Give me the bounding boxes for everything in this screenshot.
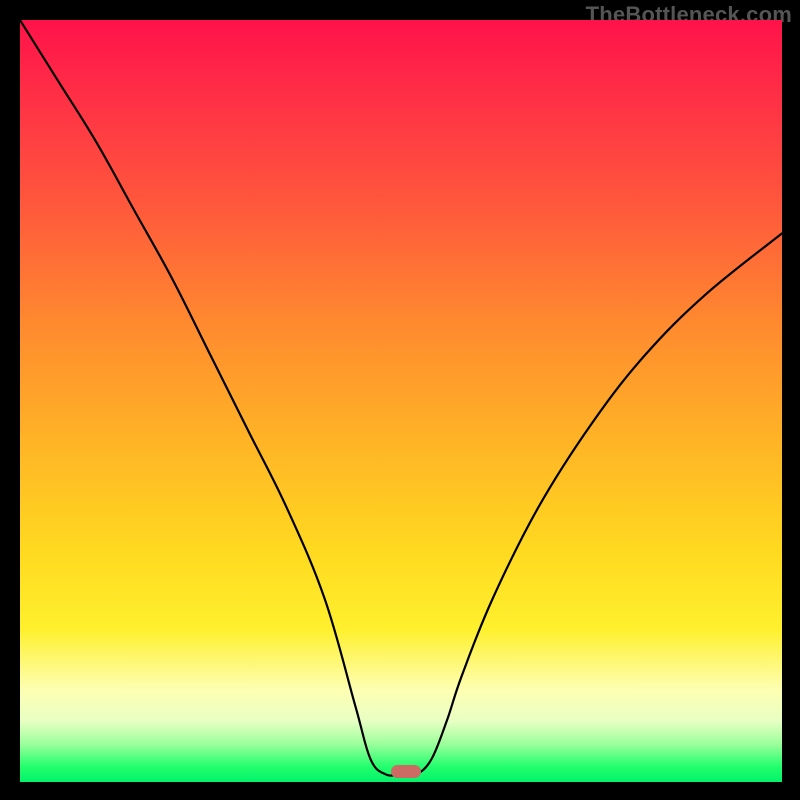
optimal-point-marker [391, 765, 421, 778]
chart-frame [20, 20, 782, 782]
chart-background-gradient [20, 20, 782, 782]
chart-plot-area [20, 20, 782, 782]
